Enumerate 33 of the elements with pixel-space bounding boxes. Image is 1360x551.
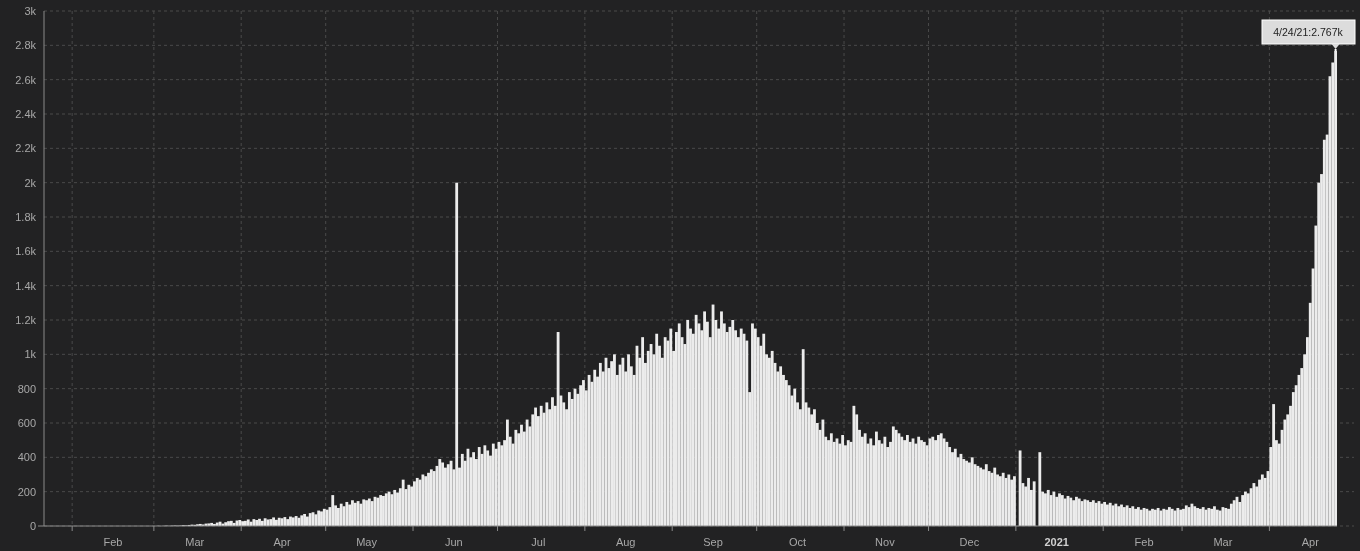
y-tick-label: 2.8k <box>15 39 36 52</box>
x-tick-label: 2021 <box>1044 536 1069 548</box>
y-tick-label: 3k <box>24 5 36 17</box>
x-tick-label: May <box>356 536 377 548</box>
y-tick-label: 1.8k <box>15 211 36 223</box>
x-tick-label: Mar <box>185 536 205 548</box>
y-tick-label: 1k <box>24 348 36 361</box>
x-tick-label: Feb <box>103 536 123 548</box>
value-tooltip: 4/24/21:2.767k <box>1261 19 1356 52</box>
y-tick-label: 2.4k <box>15 108 36 120</box>
y-tick-label: 2k <box>24 176 36 189</box>
x-tick-label: Aug <box>615 536 636 548</box>
y-tick-label: 1.4k <box>15 279 36 292</box>
x-tick-label: Apr <box>273 536 291 548</box>
y-tick-label: 1.6k <box>15 245 36 258</box>
x-tick-label: Sep <box>703 536 723 548</box>
x-tick-label: Feb <box>1134 536 1154 548</box>
y-tick-label: 200 <box>17 485 36 498</box>
y-tick-label: 600 <box>17 417 36 429</box>
x-tick-label: Dec <box>959 536 980 548</box>
x-tick-label: Jun <box>445 536 463 548</box>
y-tick-label: 1.2k <box>15 314 36 326</box>
y-tick-label: 2.6k <box>15 73 36 86</box>
x-tick-label: Jul <box>531 536 546 548</box>
x-tick-label: Oct <box>789 536 807 548</box>
x-tick-label: Apr <box>1301 536 1319 548</box>
annotation: 4/24/21:2.767k <box>1273 26 1344 38</box>
y-tick-label: 0 <box>29 520 36 532</box>
y-tick-label: 400 <box>17 451 36 464</box>
x-tick-label: Mar <box>1213 536 1233 548</box>
y-tick-label: 800 <box>17 382 36 395</box>
y-tick-label: 2.2k <box>15 142 36 155</box>
x-tick-label: Nov <box>875 536 895 548</box>
